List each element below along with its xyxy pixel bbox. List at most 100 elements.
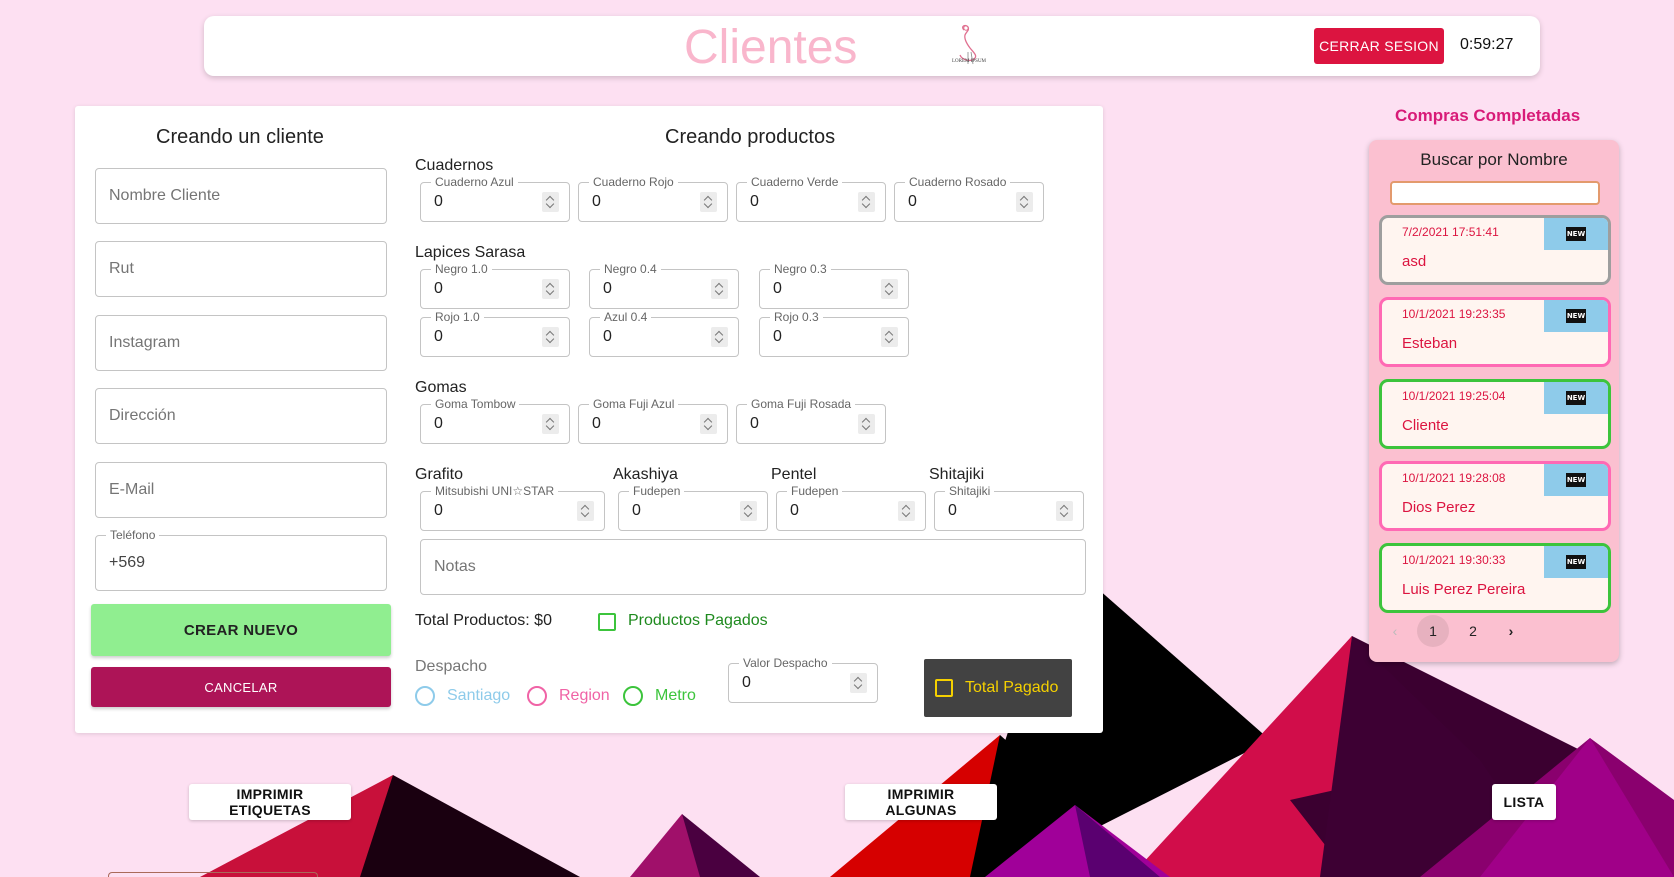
print-some-button[interactable]: IMPRIMIR ALGUNAS [845, 784, 997, 820]
rut-input[interactable]: Rut [95, 241, 387, 297]
stepper-icon[interactable] [542, 414, 559, 434]
rojo-10-input[interactable]: Rojo 1.0 0 [420, 310, 570, 357]
pentel-fudepen-input[interactable]: Fudepen 0 [776, 484, 926, 531]
page-2-button[interactable]: 2 [1457, 615, 1489, 647]
radio-santiago[interactable] [415, 686, 435, 706]
order-card[interactable]: 7/2/2021 17:51:41 asd NEW [1379, 215, 1611, 285]
list-button[interactable]: LISTA [1492, 784, 1556, 820]
order-card[interactable]: 10/1/2021 19:23:35 Esteban NEW [1379, 297, 1611, 367]
rojo-10-label: Rojo 1.0 [431, 310, 484, 324]
cuadernos-group-label: Cuadernos [415, 157, 494, 174]
rojo-03-input[interactable]: Rojo 0.3 0 [759, 310, 909, 357]
negro-04-input[interactable]: Negro 0.4 0 [589, 262, 739, 309]
dispatch-value-input[interactable]: Valor Despacho 0 [728, 656, 878, 703]
order-card[interactable]: 10/1/2021 19:28:08 Dios Perez NEW [1379, 461, 1611, 531]
client-name-input[interactable]: Nombre Cliente [95, 168, 387, 224]
shitajiki-input[interactable]: Shitajiki 0 [934, 484, 1084, 531]
negro-04-label: Negro 0.4 [600, 262, 661, 276]
stepper-icon[interactable] [881, 279, 898, 299]
session-clock: 0:59:27 [1460, 36, 1514, 53]
logout-button[interactable]: CERRAR SESION [1314, 28, 1444, 64]
cuaderno-azul-input[interactable]: Cuaderno Azul 0 [420, 175, 570, 222]
products-paid-checkbox[interactable] [598, 613, 616, 631]
cuaderno-rosado-label: Cuaderno Rosado [905, 175, 1011, 189]
cuaderno-rojo-value: 0 [592, 193, 601, 210]
new-tag: NEW [1544, 218, 1608, 250]
shitajiki-value: 0 [948, 502, 957, 519]
goma-fuji-azul-input[interactable]: Goma Fuji Azul 0 [578, 397, 728, 444]
order-card[interactable]: 10/1/2021 19:30:33 Luis Perez Pereira NE… [1379, 543, 1611, 613]
mitsubishi-input[interactable]: Mitsubishi UNI☆STAR 0 [420, 484, 605, 531]
new-badge-icon: NEW [1566, 473, 1586, 487]
stepper-icon[interactable] [711, 279, 728, 299]
notes-input[interactable]: Notas [420, 539, 1086, 595]
address-input[interactable]: Dirección [95, 388, 387, 444]
cuaderno-azul-label: Cuaderno Azul [431, 175, 518, 189]
negro-03-input[interactable]: Negro 0.3 0 [759, 262, 909, 309]
stepper-icon[interactable] [542, 279, 559, 299]
stepper-icon[interactable] [577, 501, 594, 521]
stepper-icon[interactable] [740, 501, 757, 521]
mitsubishi-value: 0 [434, 502, 443, 519]
completed-purchases-panel: Buscar por Nombre 7/2/2021 17:51:41 asd … [1369, 140, 1619, 662]
stepper-icon[interactable] [858, 414, 875, 434]
dispatch-value-label: Valor Despacho [739, 656, 832, 670]
negro-03-value: 0 [773, 280, 782, 297]
phone-input[interactable]: Teléfono +569 [95, 528, 387, 591]
stepper-icon[interactable] [881, 327, 898, 347]
create-new-button[interactable]: CREAR NUEVO [91, 604, 391, 656]
pagination-prev-icon[interactable]: ‹ [1379, 615, 1411, 647]
stepper-icon[interactable] [1056, 501, 1073, 521]
rojo-03-value: 0 [773, 328, 782, 345]
pagination: ‹ 1 2 › [1379, 615, 1611, 647]
new-badge-icon: NEW [1566, 391, 1586, 405]
phone-label: Teléfono [106, 528, 160, 542]
order-date: 10/1/2021 19:28:08 [1402, 471, 1506, 485]
email-input[interactable]: E-Mail [95, 462, 387, 518]
pagination-next-icon[interactable]: › [1495, 615, 1527, 647]
rojo-03-label: Rojo 0.3 [770, 310, 823, 324]
azul-04-input[interactable]: Azul 0.4 0 [589, 310, 739, 357]
goma-fuji-rosada-input[interactable]: Goma Fuji Rosada 0 [736, 397, 886, 444]
cuaderno-rosado-input[interactable]: Cuaderno Rosado 0 [894, 175, 1044, 222]
search-input[interactable] [1390, 181, 1600, 205]
cuaderno-verde-input[interactable]: Cuaderno Verde 0 [736, 175, 886, 222]
cuaderno-azul-value: 0 [434, 193, 443, 210]
new-tag: NEW [1544, 300, 1608, 332]
order-name: Dios Perez [1402, 499, 1476, 516]
akashiya-fudepen-input[interactable]: Fudepen 0 [618, 484, 768, 531]
rut-placeholder: Rut [109, 260, 134, 277]
radio-region[interactable] [527, 686, 547, 706]
stepper-icon[interactable] [898, 501, 915, 521]
page-1-button[interactable]: 1 [1417, 615, 1449, 647]
stepper-icon[interactable] [1016, 192, 1033, 212]
stepper-icon[interactable] [858, 192, 875, 212]
stepper-icon[interactable] [542, 192, 559, 212]
stepper-icon[interactable] [700, 414, 717, 434]
cuaderno-rojo-input[interactable]: Cuaderno Rojo 0 [578, 175, 728, 222]
email-placeholder: E-Mail [109, 481, 155, 498]
stepper-icon[interactable] [542, 327, 559, 347]
new-tag: NEW [1544, 546, 1608, 578]
dispatch-value: 0 [742, 674, 751, 691]
total-paid-toggle[interactable]: Total Pagado [924, 659, 1072, 717]
cancel-button[interactable]: CANCELAR [91, 667, 391, 707]
order-name: Cliente [1402, 417, 1449, 434]
grafito-group-label: Grafito [415, 466, 464, 483]
stepper-icon[interactable] [711, 327, 728, 347]
stepper-icon[interactable] [700, 192, 717, 212]
goma-tombow-label: Goma Tombow [431, 397, 520, 411]
instagram-placeholder: Instagram [109, 334, 181, 351]
negro-10-input[interactable]: Negro 1.0 0 [420, 262, 570, 309]
goma-fuji-azul-label: Goma Fuji Azul [589, 397, 679, 411]
order-card[interactable]: 10/1/2021 19:25:04 Cliente NEW [1379, 379, 1611, 449]
total-paid-checkbox[interactable] [935, 679, 953, 697]
print-labels-button[interactable]: IMPRIMIR ETIQUETAS [189, 784, 351, 820]
stepper-icon[interactable] [850, 673, 867, 693]
products-paid-label: Productos Pagados [628, 612, 768, 629]
instagram-input[interactable]: Instagram [95, 315, 387, 371]
goma-tombow-input[interactable]: Goma Tombow 0 [420, 397, 570, 444]
akashiya-group-label: Akashiya [613, 466, 678, 483]
radio-metro[interactable] [623, 686, 643, 706]
bottom-partial-element [108, 872, 318, 877]
